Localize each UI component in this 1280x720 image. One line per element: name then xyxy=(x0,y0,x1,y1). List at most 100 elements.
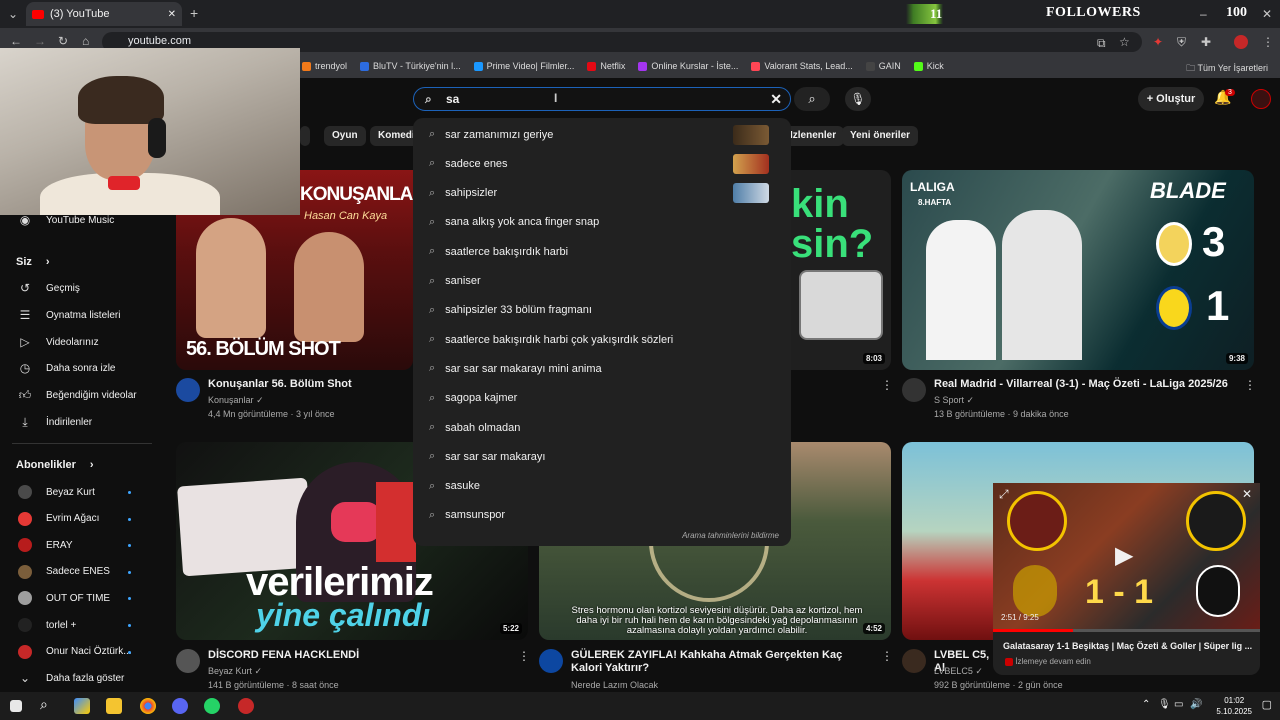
new-tab-icon[interactable]: + xyxy=(190,5,198,21)
video-channel[interactable]: Beyaz Kurt ✓ xyxy=(208,665,262,678)
taskbar-clock[interactable]: 01:02 5.10.2025 xyxy=(1216,695,1252,717)
bookmark-item[interactable]: GAIN xyxy=(865,61,901,71)
video-channel[interactable]: Nerede Lazım Olacak xyxy=(571,679,658,692)
search-suggestion[interactable]: ⌕ sar sar sar makarayı xyxy=(413,442,791,471)
sidebar-subscription[interactable]: ERAY xyxy=(18,536,73,554)
close-mini-player-icon[interactable]: ✕ xyxy=(1242,487,1252,501)
home-icon[interactable]: ⌂ xyxy=(82,34,89,48)
taskbar-app-icon[interactable] xyxy=(74,698,90,714)
close-window-icon[interactable]: ✕ xyxy=(1262,7,1272,21)
sidebar-item-history[interactable]: ↺ Geçmiş xyxy=(18,279,80,297)
expand-icon[interactable]: ⤢ xyxy=(999,487,1009,502)
video-channel[interactable]: LVBELC5 ✓ xyxy=(934,665,983,678)
tray-network-icon[interactable]: ▭ xyxy=(1174,699,1183,710)
sidebar-subscription[interactable]: Evrim Ağacı xyxy=(18,510,99,528)
search-suggestion[interactable]: ⌕ saniser xyxy=(413,267,791,296)
taskbar-search-icon[interactable]: ⌕ xyxy=(40,696,56,712)
bookmark-item[interactable]: Prime Video| Filmler... xyxy=(473,61,574,71)
sidebar-item-downloads[interactable]: ⤓ İndirilenler xyxy=(18,413,92,431)
bookmark-item[interactable]: Netflix xyxy=(587,61,625,71)
channel-avatar-konusanlar[interactable] xyxy=(176,378,200,402)
chrome-icon[interactable] xyxy=(140,698,156,714)
sidebar-item-playlists[interactable]: ☰ Oynatma listeleri xyxy=(18,306,121,324)
all-bookmarks[interactable]: 🗀 Tüm Yer İşaretleri xyxy=(1186,61,1268,77)
bookmark-item[interactable]: Kick xyxy=(913,61,944,71)
sidebar-subscription[interactable]: Beyaz Kurt xyxy=(18,483,95,501)
video-title[interactable]: Real Madrid - Villarreal (3-1) - Maç Öze… xyxy=(934,378,1234,391)
sidebar-subscription[interactable]: Onur Naci Öztürk... xyxy=(18,643,132,661)
tab-search-icon[interactable]: ⌄ xyxy=(8,7,18,21)
sidebar-section-subscriptions[interactable]: Abonelikler › xyxy=(16,456,94,474)
shield-icon[interactable]: ⛨ xyxy=(1177,35,1186,50)
search-button[interactable]: ⌕ xyxy=(794,87,830,111)
chip-yeni-oneriler[interactable]: Yeni öneriler xyxy=(842,126,919,146)
mini-player[interactable]: 1 - 1 ⤢ ✕ ▶ 2:51 / 9:25 Galatasaray 1-1 … xyxy=(993,483,1260,675)
channel-avatar-beyazkurt[interactable] xyxy=(176,649,200,673)
discord-icon[interactable] xyxy=(172,698,188,714)
search-suggestion[interactable]: ⌕ sar sar sar makarayı mini anima xyxy=(413,354,791,383)
video-menu-icon[interactable]: ⋮ xyxy=(1244,378,1256,392)
bookmark-item[interactable]: Valorant Stats, Lead... xyxy=(751,61,853,71)
install-icon[interactable]: ⧉ xyxy=(1097,36,1106,51)
channel-avatar-neredelazim[interactable] xyxy=(539,649,563,673)
notifications-icon[interactable]: ▢ xyxy=(1262,698,1272,711)
close-tab-icon[interactable]: ✕ xyxy=(168,9,176,20)
video-channel[interactable]: Konuşanlar ✓ xyxy=(208,394,264,407)
sidebar-item-watch-later[interactable]: ◷ Daha sonra izle xyxy=(18,359,116,377)
bookmark-star-icon[interactable]: ☆ xyxy=(1119,35,1130,49)
extension-icon[interactable]: ✦ xyxy=(1153,35,1163,49)
obs-icon[interactable] xyxy=(238,698,254,714)
search-suggestion[interactable]: ⌕ samsunspor xyxy=(413,501,791,530)
video-title[interactable]: DİSCORD FENA HACKLENDİ xyxy=(208,649,508,662)
windows-start-icon[interactable] xyxy=(10,700,22,712)
chip-left-edge[interactable] xyxy=(300,126,310,146)
tray-chevron-icon[interactable]: ⌃ xyxy=(1142,699,1150,710)
search-suggestion[interactable]: ⌕ saatlerce bakışırdık harbi xyxy=(413,237,791,266)
mini-progress-bar[interactable] xyxy=(993,629,1260,632)
extensions-puzzle-icon[interactable]: ✚ xyxy=(1201,35,1211,49)
search-input[interactable]: ⌕ sa I ✕ xyxy=(413,87,791,111)
sidebar-show-more[interactable]: ⌄ Daha fazla göster xyxy=(18,669,124,687)
file-explorer-icon[interactable] xyxy=(106,698,122,714)
tray-mic-icon[interactable]: 🎙 xyxy=(1158,699,1171,710)
search-suggestion[interactable]: ⌕ sabah olmadan xyxy=(413,413,791,442)
video-title[interactable]: Konuşanlar 56. Bölüm Shot xyxy=(208,378,408,391)
back-icon[interactable]: ← xyxy=(10,34,22,48)
bookmark-item[interactable]: Online Kurslar - İste... xyxy=(638,61,738,71)
reload-icon[interactable]: ↻ xyxy=(58,34,68,48)
channel-avatar-lvbelc5[interactable] xyxy=(902,649,926,673)
sidebar-subscription[interactable]: torlel + xyxy=(18,616,76,634)
sidebar-section-you[interactable]: Siz › xyxy=(16,253,50,271)
video-channel[interactable]: S Sport ✓ xyxy=(934,394,974,407)
profile-avatar[interactable] xyxy=(1234,35,1248,49)
report-predictions-link[interactable]: Arama tahminlerini bildirme xyxy=(682,531,779,540)
minimize-icon[interactable]: – xyxy=(1200,7,1207,21)
browser-tab[interactable]: (3) YouTube ✕ xyxy=(26,2,182,26)
video-thumbnail-kinsin[interactable]: kin sin? 8:03 xyxy=(791,170,891,370)
video-menu-icon[interactable]: ⋮ xyxy=(881,649,893,663)
channel-avatar-ssport[interactable] xyxy=(902,378,926,402)
play-icon[interactable]: ▶ xyxy=(1115,541,1133,570)
search-suggestion[interactable]: ⌕ sagopa kajmer xyxy=(413,384,791,413)
search-suggestion[interactable]: ⌕ saatlerce bakışırdık harbi çok yakışırd… xyxy=(413,325,791,354)
chip-oyun[interactable]: Oyun xyxy=(324,126,366,146)
video-menu-icon[interactable]: ⋮ xyxy=(881,378,893,392)
sidebar-item-your-videos[interactable]: ▷ Videolarınız xyxy=(18,333,98,351)
search-suggestion[interactable]: ⌕ sana alkış yok anca finger snap xyxy=(413,208,791,237)
forward-icon[interactable]: → xyxy=(34,34,46,48)
account-avatar[interactable] xyxy=(1251,89,1271,109)
browser-menu-icon[interactable]: ⋮ xyxy=(1262,35,1274,49)
create-button[interactable]: + Oluştur xyxy=(1138,87,1204,111)
voice-search-button[interactable]: 🎙 xyxy=(845,87,871,111)
clear-search-icon[interactable]: ✕ xyxy=(770,91,782,108)
search-suggestion[interactable]: ⌕ sasuke xyxy=(413,472,791,501)
video-title[interactable]: GÜLEREK ZAYIFLA! Kahkaha Atmak Gerçekten… xyxy=(571,649,861,675)
sidebar-item-liked-videos[interactable]: 👍︎ Beğendiğim videolar xyxy=(18,386,137,404)
mini-title[interactable]: Galatasaray 1-1 Beşiktaş | Maç Özeti & G… xyxy=(1003,641,1253,651)
video-thumbnail-realmadrid[interactable]: LALIGA 8.HAFTA BLADE 3 1 9:38 xyxy=(902,170,1254,370)
bookmark-item[interactable]: trendyol xyxy=(302,61,347,71)
sidebar-subscription[interactable]: OUT OF TIME xyxy=(18,589,110,607)
bookmark-item[interactable]: BluTV - Türkiye'nin l... xyxy=(360,61,461,71)
search-suggestion[interactable]: ⌕ sahipsizler 33 bölüm fragmanı xyxy=(413,296,791,325)
video-menu-icon[interactable]: ⋮ xyxy=(518,649,530,663)
